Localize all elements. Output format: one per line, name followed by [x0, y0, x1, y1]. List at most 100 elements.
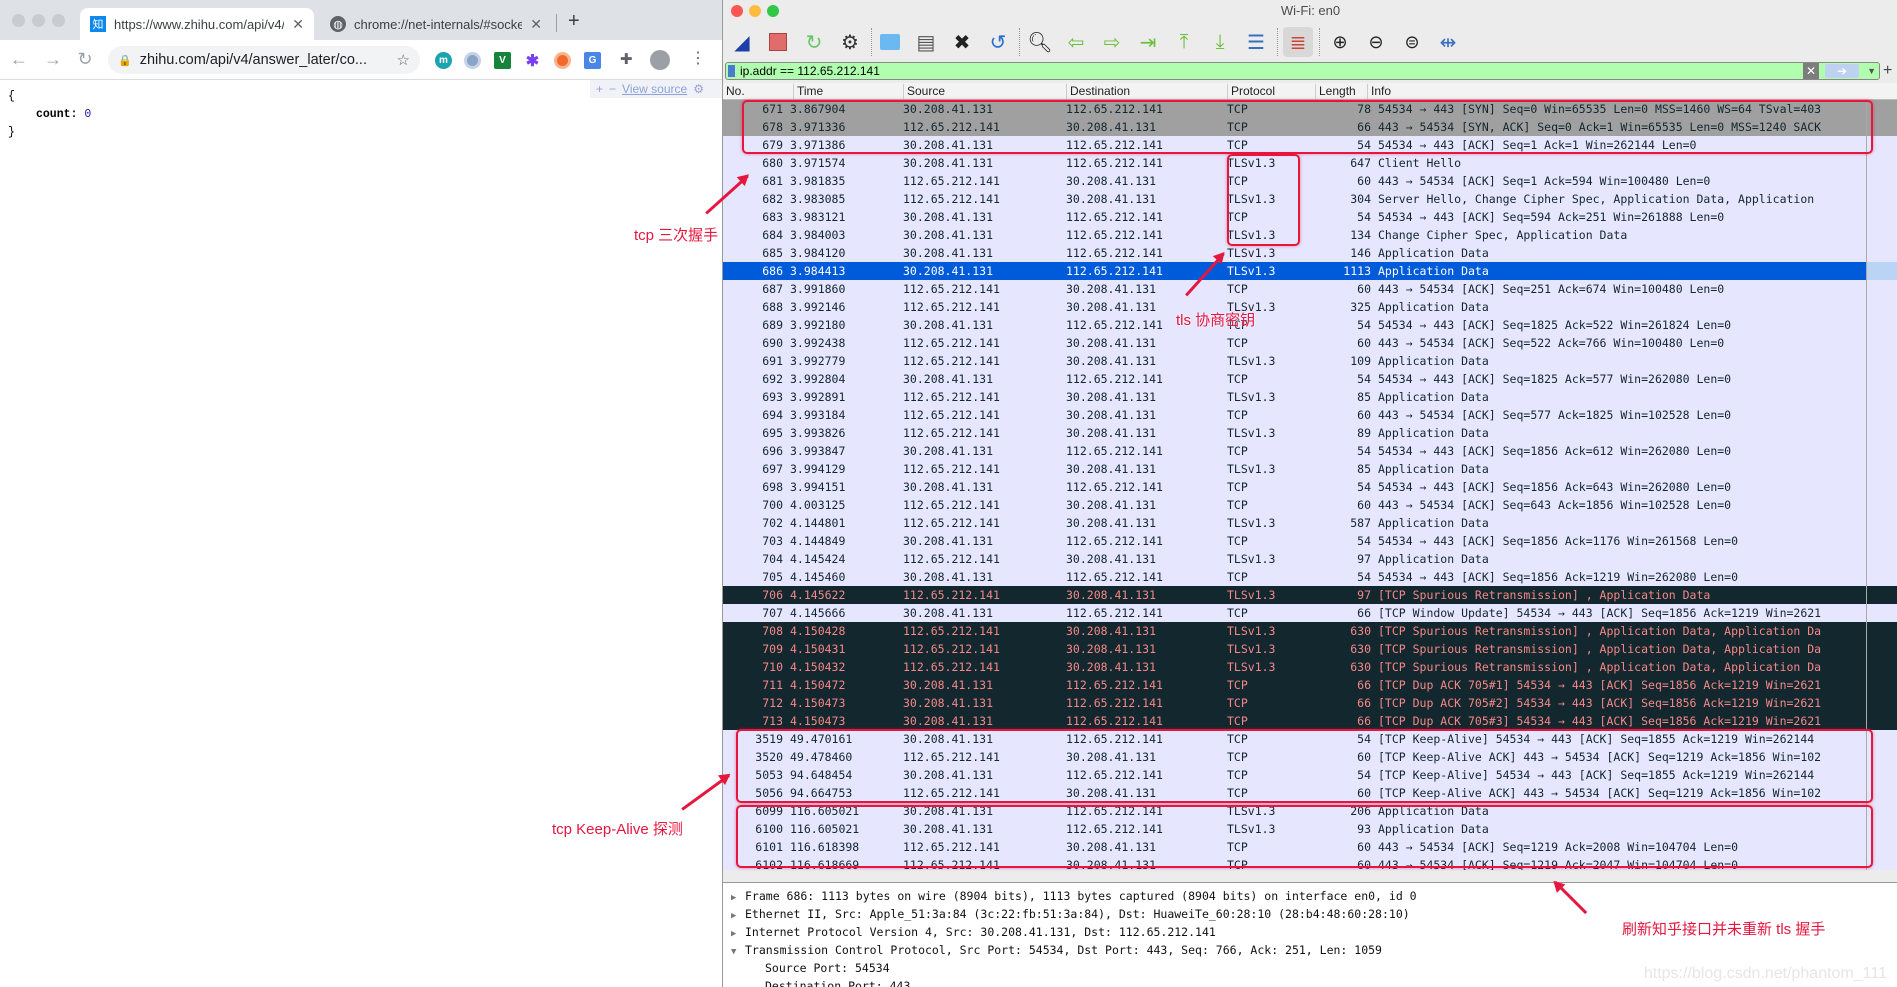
save-file-icon[interactable]: ▤: [911, 27, 941, 57]
close-tab-icon[interactable]: ✕: [530, 16, 542, 33]
tab-zhihu-api[interactable]: 知 https://www.zhihu.com/api/v4/ ✕: [80, 8, 314, 40]
first-packet-icon[interactable]: ⤒: [1169, 27, 1199, 57]
lifebuoy-extension-icon[interactable]: [554, 52, 571, 69]
column-info[interactable]: Info: [1367, 84, 1897, 99]
detail-tree-item[interactable]: ▼ Transmission Control Protocol, Src Port…: [731, 941, 1382, 959]
packet-row[interactable]: 689 3.992180 30.208.41.131 112.65.212.141 TC…: [723, 316, 1866, 334]
packet-row[interactable]: 703 4.144849 30.208.41.131 112.65.212.141 TC…: [723, 532, 1866, 550]
apply-filter-arrow-icon[interactable]: ➔: [1825, 64, 1859, 78]
packet-row[interactable]: 692 3.992804 30.208.41.131 112.65.212.141 TC…: [723, 370, 1866, 388]
collapse-triangle-icon[interactable]: ▼: [731, 943, 745, 961]
detail-tree-item[interactable]: ▶ Ethernet II, Src: Apple_51:3a:84 (3c:22…: [731, 905, 1410, 923]
packet-length: 89: [1357, 426, 1371, 440]
packet-row[interactable]: 700 4.003125 112.65.212.141 30.208.41.131 TC…: [723, 496, 1866, 514]
packet-row[interactable]: 688 3.992146 112.65.212.141 30.208.41.131 TL…: [723, 298, 1866, 316]
packet-row[interactable]: 695 3.993826 112.65.212.141 30.208.41.131 TL…: [723, 424, 1866, 442]
packet-row[interactable]: 686 3.984413 30.208.41.131 112.65.212.141 TL…: [723, 262, 1866, 280]
minimap-mark: [1867, 712, 1897, 730]
profile-avatar-icon[interactable]: [650, 50, 670, 70]
open-file-folder-icon[interactable]: [875, 27, 905, 57]
stop-capture-button[interactable]: [763, 27, 793, 57]
packet-row[interactable]: 712 4.150473 30.208.41.131 112.65.212.141 TC…: [723, 694, 1866, 712]
zoom-window-button[interactable]: [767, 5, 779, 17]
packet-row[interactable]: 696 3.993847 30.208.41.131 112.65.212.141 TC…: [723, 442, 1866, 460]
window-zoom-button[interactable]: [52, 14, 65, 27]
tab-net-internals[interactable]: ◍ chrome://net-internals/#sockets ✕: [320, 8, 552, 40]
column-time[interactable]: Time: [793, 84, 903, 99]
settings-gear-icon[interactable]: ⚙: [693, 82, 704, 96]
packet-row[interactable]: 687 3.991860 112.65.212.141 30.208.41.131 TC…: [723, 280, 1866, 298]
close-file-icon[interactable]: ✖: [947, 27, 977, 57]
m-extension-icon[interactable]: m: [435, 52, 452, 69]
packet-row[interactable]: 704 4.145424 112.65.212.141 30.208.41.131 TL…: [723, 550, 1866, 568]
packet-row[interactable]: 698 3.994151 30.208.41.131 112.65.212.141 TC…: [723, 478, 1866, 496]
resize-columns-icon[interactable]: ⇹: [1433, 27, 1463, 57]
auto-scroll-icon[interactable]: ☰: [1241, 27, 1271, 57]
collapse-all-button[interactable]: −: [609, 82, 616, 96]
packet-row[interactable]: 694 3.993184 112.65.212.141 30.208.41.131 TC…: [723, 406, 1866, 424]
packet-row[interactable]: 705 4.145460 30.208.41.131 112.65.212.141 TC…: [723, 568, 1866, 586]
last-packet-icon[interactable]: ⤓: [1205, 27, 1235, 57]
reload-button[interactable]: ↻: [74, 49, 96, 70]
minimize-window-button[interactable]: [749, 5, 761, 17]
capture-options-gear-icon[interactable]: ⚙: [835, 27, 865, 57]
filter-bookmark-icon[interactable]: [728, 65, 735, 77]
back-button[interactable]: ←: [8, 49, 30, 70]
packet-row[interactable]: 707 4.145666 30.208.41.131 112.65.212.141 TC…: [723, 604, 1866, 622]
packet-row[interactable]: 690 3.992438 112.65.212.141 30.208.41.131 TC…: [723, 334, 1866, 352]
display-filter-input[interactable]: ip.addr == 112.65.212.141 ✕ ➔ ▼: [725, 62, 1880, 80]
reload-file-icon[interactable]: ↺: [983, 27, 1013, 57]
bookmark-star-icon[interactable]: ☆: [397, 51, 410, 69]
address-bar[interactable]: 🔒 zhihu.com/api/v4/answer_later/co... ☆: [108, 46, 420, 74]
column-no[interactable]: No.: [723, 84, 793, 99]
pane-splitter[interactable]: [723, 870, 1897, 882]
detail-field[interactable]: Source Port: 54534: [765, 959, 890, 977]
ring-extension-icon[interactable]: [464, 52, 481, 69]
close-tab-icon[interactable]: ✕: [292, 16, 304, 33]
packet-row[interactable]: 706 4.145622 112.65.212.141 30.208.41.131 TL…: [723, 586, 1866, 604]
add-filter-button[interactable]: +: [1883, 62, 1892, 80]
new-tab-button[interactable]: +: [568, 10, 580, 33]
normal-size-icon[interactable]: ⊜: [1397, 27, 1427, 57]
go-forward-arrow-icon[interactable]: ⇨: [1097, 27, 1127, 57]
packet-row[interactable]: 691 3.992779 112.65.212.141 30.208.41.131 TL…: [723, 352, 1866, 370]
window-minimize-button[interactable]: [32, 14, 45, 27]
packet-row[interactable]: 685 3.984120 30.208.41.131 112.65.212.141 TL…: [723, 244, 1866, 262]
packet-row[interactable]: 710 4.150432 112.65.212.141 30.208.41.131 TL…: [723, 658, 1866, 676]
close-window-button[interactable]: [731, 5, 743, 17]
detail-tree-item[interactable]: ▶ Frame 686: 1113 bytes on wire (8904 bit…: [731, 887, 1417, 905]
column-source[interactable]: Source: [903, 84, 1066, 99]
column-length[interactable]: Length: [1315, 84, 1367, 99]
column-destination[interactable]: Destination: [1066, 84, 1227, 99]
clear-filter-icon[interactable]: ✕: [1803, 63, 1819, 79]
packet-row[interactable]: 693 3.992891 112.65.212.141 30.208.41.131 TL…: [723, 388, 1866, 406]
packet-row[interactable]: 708 4.150428 112.65.212.141 30.208.41.131 TL…: [723, 622, 1866, 640]
colorize-packets-icon[interactable]: ≣: [1283, 27, 1313, 57]
filter-history-dropdown-icon[interactable]: ▼: [1867, 63, 1876, 79]
packet-row[interactable]: 702 4.144801 112.65.212.141 30.208.41.131 TL…: [723, 514, 1866, 532]
expand-all-button[interactable]: +: [596, 82, 603, 96]
packet-row[interactable]: 713 4.150473 30.208.41.131 112.65.212.141 TC…: [723, 712, 1866, 730]
translate-extension-icon[interactable]: G: [584, 52, 601, 69]
start-capture-shark-fin-icon[interactable]: ◢: [727, 27, 757, 57]
zoom-in-icon[interactable]: ⊕: [1325, 27, 1355, 57]
asterisk-extension-icon[interactable]: ✱: [524, 52, 541, 70]
view-source-link[interactable]: View source: [622, 82, 687, 96]
detail-field[interactable]: Destination Port: 443: [765, 977, 910, 987]
forward-button[interactable]: →: [42, 49, 64, 70]
column-protocol[interactable]: Protocol: [1227, 84, 1315, 99]
packet-row[interactable]: 709 4.150431 112.65.212.141 30.208.41.131 TL…: [723, 640, 1866, 658]
packet-row[interactable]: 711 4.150472 30.208.41.131 112.65.212.141 TC…: [723, 676, 1866, 694]
zoom-out-icon[interactable]: ⊖: [1361, 27, 1391, 57]
restart-capture-icon[interactable]: ↻: [799, 27, 829, 57]
extensions-puzzle-icon[interactable]: ✚: [620, 50, 633, 68]
go-back-arrow-icon[interactable]: ⇦: [1061, 27, 1091, 57]
browser-menu-icon[interactable]: ⋮: [690, 48, 706, 68]
v-extension-icon[interactable]: V: [494, 52, 511, 69]
find-packet-magnifier-icon[interactable]: 🔍︎: [1025, 27, 1055, 57]
window-close-button[interactable]: [12, 14, 25, 27]
go-to-packet-icon[interactable]: ⇥: [1133, 27, 1163, 57]
tab-strip: 知 https://www.zhihu.com/api/v4/ ✕ ◍ chro…: [0, 0, 722, 40]
detail-tree-item[interactable]: ▶ Internet Protocol Version 4, Src: 30.20…: [731, 923, 1216, 941]
packet-row[interactable]: 697 3.994129 112.65.212.141 30.208.41.131 TL…: [723, 460, 1866, 478]
